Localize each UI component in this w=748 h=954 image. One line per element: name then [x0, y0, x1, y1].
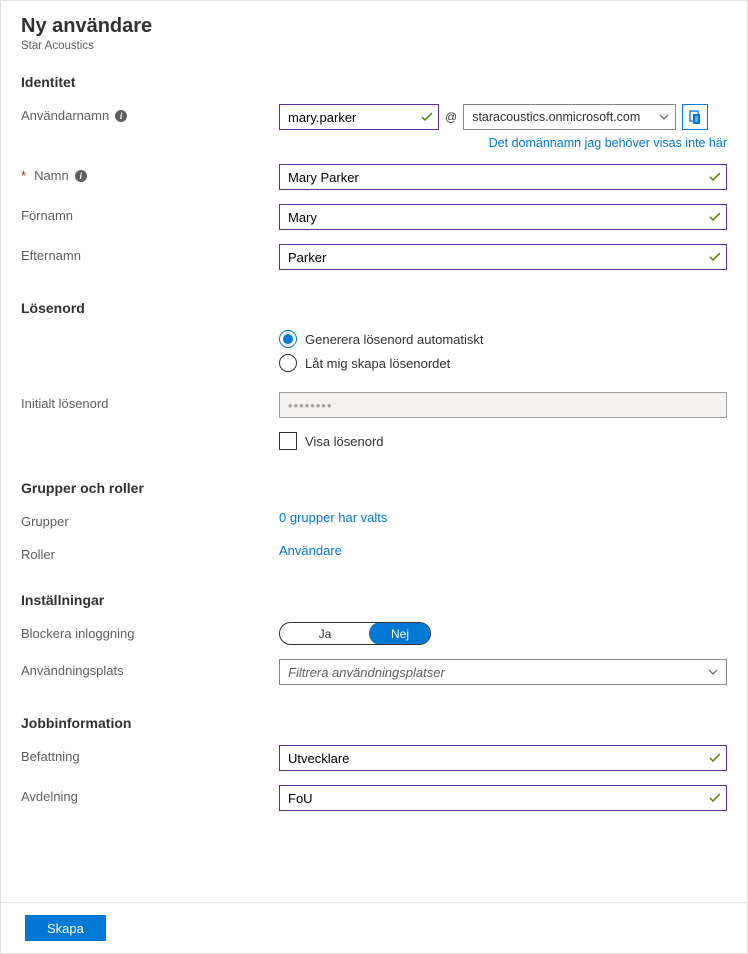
- section-settings: Inställningar Blockera inloggning Ja Nej…: [21, 592, 727, 685]
- section-identity: Identitet Användarnamn i @ staracoustic: [21, 74, 727, 270]
- label-firstname: Förnamn: [21, 204, 279, 223]
- label-block-signin: Blockera inloggning: [21, 622, 279, 641]
- department-input[interactable]: [279, 785, 727, 811]
- usage-location-dropdown[interactable]: Filtrera användningsplatser: [279, 659, 727, 685]
- label-username: Användarnamn i: [21, 104, 279, 123]
- create-button[interactable]: Skapa: [25, 915, 106, 941]
- section-title-job: Jobbinformation: [21, 715, 727, 731]
- section-title-groups: Grupper och roller: [21, 480, 727, 496]
- section-password: Lösenord Generera lösenord automatiskt L…: [21, 300, 727, 450]
- page-subtitle: Star Acoustics: [21, 40, 727, 52]
- roles-link[interactable]: Användare: [279, 543, 342, 558]
- checkbox-icon: [279, 432, 297, 450]
- label-department: Avdelning: [21, 785, 279, 804]
- firstname-input[interactable]: [279, 204, 727, 230]
- groups-link[interactable]: 0 grupper har valts: [279, 510, 387, 525]
- section-job-info: Jobbinformation Befattning Avdelning: [21, 715, 727, 811]
- domain-dropdown[interactable]: staracoustics.onmicrosoft.com: [463, 104, 676, 130]
- chevron-down-icon: [708, 667, 718, 677]
- at-symbol: @: [445, 110, 457, 124]
- label-job-title: Befattning: [21, 745, 279, 764]
- radio-icon: [279, 354, 297, 372]
- section-title-settings: Inställningar: [21, 592, 727, 608]
- radio-manual-password[interactable]: Låt mig skapa lösenordet: [279, 354, 727, 372]
- initial-password-input: [279, 392, 727, 418]
- section-title-password: Lösenord: [21, 300, 727, 316]
- label-usage-location: Användningsplats: [21, 659, 279, 678]
- show-password-checkbox[interactable]: Visa lösenord: [279, 432, 727, 450]
- domain-help-link[interactable]: Det domännamn jag behöver visas inte här: [279, 136, 727, 150]
- page-title: Ny användare: [21, 15, 727, 38]
- section-title-identity: Identitet: [21, 74, 727, 90]
- radio-auto-password[interactable]: Generera lösenord automatiskt: [279, 330, 727, 348]
- label-lastname: Efternamn: [21, 244, 279, 263]
- label-name: * Namn i: [21, 164, 279, 183]
- radio-icon: [279, 330, 297, 348]
- section-groups-roles: Grupper och roller Grupper 0 grupper har…: [21, 480, 727, 562]
- name-input[interactable]: [279, 164, 727, 190]
- toggle-yes[interactable]: Ja: [280, 623, 370, 644]
- chevron-down-icon: [659, 112, 669, 122]
- footer: Skapa: [1, 902, 747, 953]
- page-header: Ny användare Star Acoustics: [1, 1, 747, 60]
- info-icon[interactable]: i: [75, 170, 87, 182]
- job-title-input[interactable]: [279, 745, 727, 771]
- label-roles: Roller: [21, 543, 279, 562]
- label-groups: Grupper: [21, 510, 279, 529]
- info-icon[interactable]: i: [115, 110, 127, 122]
- block-signin-toggle[interactable]: Ja Nej: [279, 622, 431, 645]
- username-input[interactable]: [279, 104, 439, 130]
- toggle-no[interactable]: Nej: [369, 622, 431, 645]
- label-initial-password: Initialt lösenord: [21, 392, 279, 411]
- lastname-input[interactable]: [279, 244, 727, 270]
- copy-button[interactable]: [682, 104, 708, 130]
